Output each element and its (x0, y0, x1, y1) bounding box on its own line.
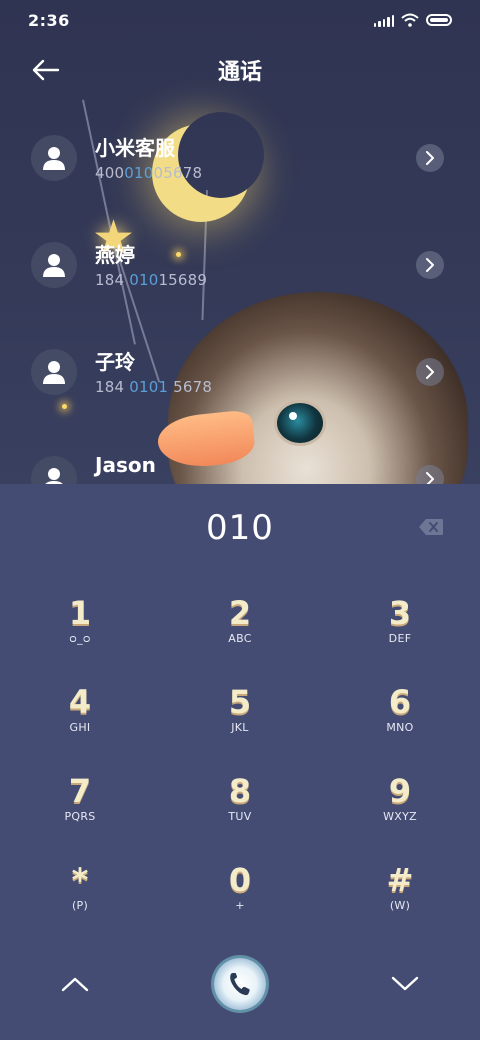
chevron-down-icon[interactable] (390, 974, 420, 994)
key-letters: WXYZ (383, 810, 417, 823)
call-button[interactable] (214, 958, 266, 1010)
key-0[interactable]: 0 + (190, 863, 290, 933)
contact-item[interactable]: 燕婷 184 01015689 (0, 211, 480, 318)
key-digit: 5 (228, 683, 252, 721)
key-3[interactable]: 3 DEF (350, 596, 450, 666)
person-icon (43, 147, 65, 170)
contact-number: 184 0101 5678 (95, 378, 213, 396)
contact-detail-button[interactable] (416, 251, 444, 279)
avatar (31, 242, 77, 288)
key-digit: 8 (228, 772, 252, 810)
page-title: 通话 (217, 60, 262, 85)
key-1[interactable]: 1 ᴑ_ᴑ (30, 596, 130, 666)
phone-icon (230, 972, 250, 996)
key-8[interactable]: 8 TUV (190, 774, 290, 844)
contact-name: Jason (95, 453, 156, 477)
avatar (31, 349, 77, 395)
chevron-right-icon (426, 151, 434, 165)
contact-detail-button[interactable] (416, 144, 444, 172)
back-arrow-icon[interactable] (28, 56, 64, 84)
status-bar: 2:36 (0, 0, 480, 40)
avatar (31, 135, 77, 181)
key-letters: TUV (228, 810, 252, 823)
contact-name: 子玲 (95, 350, 135, 374)
key-digit: 0 (228, 861, 252, 899)
key-hash[interactable]: # (W) (350, 863, 450, 933)
dial-panel: 010 1 ᴑ_ᴑ 2 ABC 3 DEF 4 GHI 5 JKL 6 MNO 7 PQRS … (0, 484, 480, 1040)
person-icon (43, 361, 65, 384)
key-9[interactable]: 9 WXYZ (350, 774, 450, 844)
key-letters: ᴑ_ᴑ (69, 632, 91, 645)
key-5[interactable]: 5 JKL (190, 685, 290, 755)
key-digit: # (386, 861, 414, 899)
dialed-number: 010 (206, 508, 274, 548)
wifi-icon (401, 13, 419, 27)
key-digit: * (71, 861, 89, 899)
battery-icon (426, 14, 452, 26)
header: 通话 (0, 48, 480, 92)
person-icon (43, 254, 65, 277)
contact-item[interactable]: 小米客服 40001005678 (0, 104, 480, 211)
signal-icon (373, 14, 394, 27)
key-digit: 2 (228, 594, 252, 632)
key-letters: (W) (389, 899, 411, 912)
chevron-right-icon (426, 365, 434, 379)
contact-number: 40001005678 (95, 164, 203, 182)
key-digit: 4 (68, 683, 92, 721)
key-letters: (P) (71, 899, 89, 912)
key-letters: ABC (228, 632, 252, 645)
contact-name: 燕婷 (95, 243, 135, 267)
key-digit: 1 (68, 594, 92, 632)
key-star[interactable]: * (P) (30, 863, 130, 933)
key-4[interactable]: 4 GHI (30, 685, 130, 755)
key-digit: 7 (68, 772, 92, 810)
chevron-up-icon[interactable] (60, 974, 90, 994)
key-2[interactable]: 2 ABC (190, 596, 290, 666)
key-digit: 3 (388, 594, 412, 632)
key-letters: MNO (386, 721, 414, 734)
key-letters: DEF (388, 632, 412, 645)
key-digit: 9 (388, 772, 412, 810)
contact-item[interactable]: 子玲 184 0101 5678 (0, 318, 480, 425)
status-time: 2:36 (28, 10, 70, 30)
key-digit: 6 (388, 683, 412, 721)
backspace-icon[interactable] (418, 518, 444, 536)
dialer-bottom-bar (0, 958, 480, 1018)
key-6[interactable]: 6 MNO (350, 685, 450, 755)
chevron-right-icon (426, 258, 434, 272)
contact-list: 小米客服 40001005678 燕婷 184 01015689 子玲 184 … (0, 104, 480, 532)
key-letters: GHI (69, 721, 91, 734)
contact-detail-button[interactable] (416, 358, 444, 386)
contact-name: 小米客服 (95, 136, 175, 160)
key-letters: + (235, 899, 245, 912)
key-letters: PQRS (64, 810, 96, 823)
key-7[interactable]: 7 PQRS (30, 774, 130, 844)
key-letters: JKL (231, 721, 249, 734)
contact-number: 184 01015689 (95, 271, 208, 289)
status-icons (373, 13, 452, 27)
